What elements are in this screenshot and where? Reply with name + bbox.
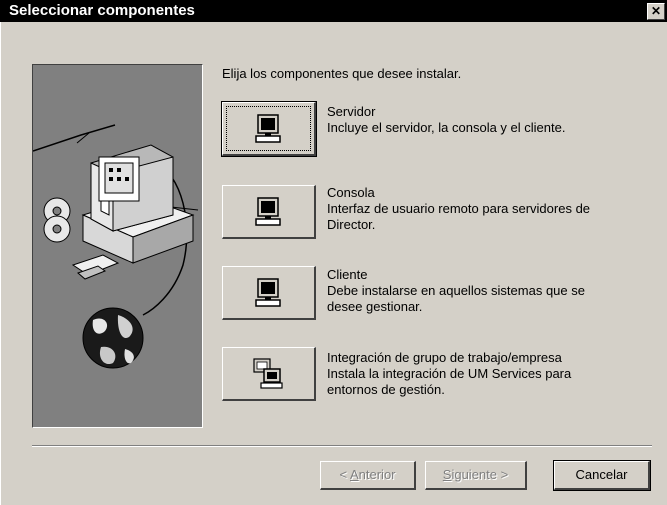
component-description-line: desee gestionar. [327, 299, 423, 314]
console-component-text: Consola Interfaz de usuario remoto para … [327, 185, 590, 233]
window-border [0, 22, 1, 505]
component-description-line: Instala la integración de UM Services pa… [327, 366, 572, 381]
next-button-label: iguiente [451, 467, 497, 482]
title-bar: Seleccionar componentes ✕ [0, 0, 667, 22]
component-description-line: Debe instalarse en aquellos sistemas que… [327, 283, 585, 298]
component-name: Consola [327, 185, 375, 200]
component-description-line: Director. [327, 217, 376, 232]
back-button[interactable]: < Anterior [320, 461, 416, 490]
back-button-label: nterior [358, 467, 396, 482]
cancel-button-label: Cancelar [575, 467, 628, 482]
computer-icon [255, 278, 281, 307]
computer-icon [255, 197, 281, 226]
client-component-text: Cliente Debe instalarse en aquellos sist… [327, 267, 585, 315]
component-description-line: entornos de gestión. [327, 382, 445, 397]
component-name: Servidor [327, 104, 376, 119]
setup-illustration [32, 64, 203, 428]
next-button[interactable]: Siguiente > [425, 461, 527, 490]
back-button-prefix: < [339, 467, 350, 482]
server-component-text: Servidor Incluye el servidor, la consola… [327, 104, 565, 136]
close-button[interactable]: ✕ [647, 3, 665, 20]
workgroup-integration-text: Integración de grupo de trabajo/empresa … [327, 350, 571, 398]
next-button-suffix: > [497, 467, 509, 482]
computer-icon [255, 114, 281, 143]
close-icon: ✕ [650, 4, 662, 18]
cancel-button[interactable]: Cancelar [553, 460, 651, 491]
component-name: Cliente [327, 267, 368, 282]
computer-network-illustration [33, 124, 199, 369]
component-name: Integración de grupo de trabajo/empresa [327, 350, 562, 365]
workgroup-computers-icon [253, 358, 283, 389]
window-title: Seleccionar componentes [9, 2, 195, 19]
back-button-mnemonic: A [349, 467, 359, 482]
instruction-text: Elija los componentes que desee instalar… [222, 66, 462, 81]
component-description-line: Interfaz de usuario remoto para servidor… [327, 201, 591, 216]
separator-line [32, 445, 652, 447]
workgroup-integration-button[interactable] [222, 347, 316, 401]
console-component-button[interactable] [222, 185, 316, 239]
client-component-button[interactable] [222, 266, 316, 320]
component-description: Incluye el servidor, la consola y el cli… [327, 120, 566, 135]
server-component-button[interactable] [221, 101, 317, 157]
